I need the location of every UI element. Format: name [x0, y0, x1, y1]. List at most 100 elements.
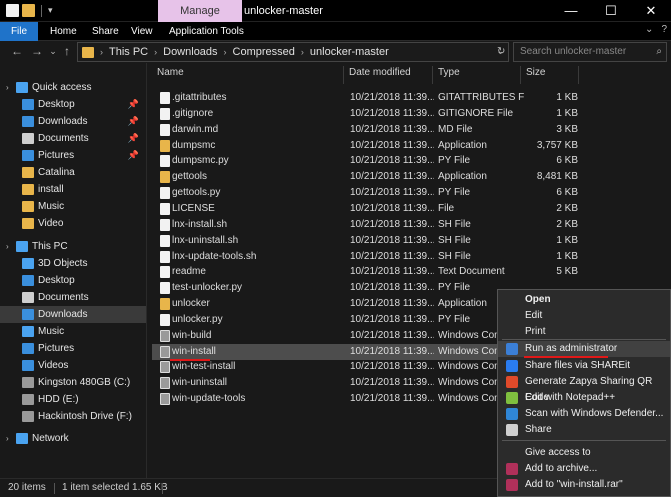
forward-button[interactable]: → — [30, 43, 44, 59]
sidebar-item-videos[interactable]: Videos — [0, 357, 146, 374]
table-row[interactable]: darwin.md 10/21/2018 11:39... MD File 3 KB — [152, 122, 671, 138]
sidebar-item-documents[interactable]: Documents — [0, 289, 146, 306]
table-row[interactable]: dumpsmc 10/21/2018 11:39... Application 3,7… — [152, 138, 671, 154]
table-row[interactable]: lnx-install.sh 10/21/2018 11:39... SH File… — [152, 217, 671, 233]
table-row[interactable]: .gitignore 10/21/2018 11:39... GITIGNORE F… — [152, 106, 671, 122]
sidebar-item-downloads[interactable]: Downloads 📌 — [0, 113, 146, 130]
sidebar-item-label: Video — [38, 218, 64, 229]
file-type: Application — [438, 139, 487, 151]
batch-file-icon — [160, 393, 170, 406]
sidebar-item-hackintosh-drive-f[interactable]: Hackintosh Drive (F:) — [0, 408, 146, 425]
sidebar-item-hdd-e[interactable]: HDD (E:) — [0, 391, 146, 408]
tab-share[interactable]: Share — [92, 22, 119, 41]
table-row[interactable]: gettools.py 10/21/2018 11:39... PY File 6 K… — [152, 185, 671, 201]
menu-item-edit[interactable]: Edit — [498, 308, 670, 324]
table-row[interactable]: gettools 10/21/2018 11:39... Application 8,… — [152, 169, 671, 185]
up-button[interactable]: ↑ — [60, 43, 74, 59]
table-row[interactable]: .gitattributes 10/21/2018 11:39... GITATTR… — [152, 90, 671, 106]
customize-toolbar-icon[interactable]: ▾ — [48, 4, 57, 17]
menu-item-share-files-via-shareit[interactable]: Share files via SHAREit — [498, 358, 670, 374]
manage-tab[interactable]: Manage — [158, 0, 242, 22]
file-size: 6 KB — [556, 187, 578, 199]
table-row[interactable]: lnx-update-tools.sh 10/21/2018 11:39... SH… — [152, 249, 671, 265]
table-row[interactable]: readme 10/21/2018 11:39... Text Document 5 … — [152, 264, 671, 280]
menu-item-edit-with-notepad[interactable]: Edit with Notepad++ — [498, 390, 670, 406]
sidebar-item-quick-access[interactable]: › Quick access — [0, 79, 146, 96]
sidebar-item-pictures[interactable]: Pictures 📌 — [0, 147, 146, 164]
sidebar-item-3d-objects[interactable]: 3D Objects — [0, 255, 146, 272]
properties-icon[interactable] — [6, 4, 19, 17]
table-row[interactable]: LICENSE 10/21/2018 11:39... File 2 KB — [152, 201, 671, 217]
menu-item-add-to-win-install-rar[interactable]: Add to "win-install.rar" — [498, 477, 670, 493]
sidebar-item-downloads[interactable]: Downloads — [0, 306, 146, 323]
title-bar: ▾ Manage unlocker-master — ☐ ✕ — [0, 0, 671, 22]
column-name[interactable]: Name — [157, 67, 184, 78]
sidebar-item-label: Pictures — [38, 343, 75, 354]
sidebar-item-music[interactable]: Music — [0, 198, 146, 215]
column-size[interactable]: Size — [526, 67, 545, 78]
sidebar-item-documents[interactable]: Documents 📌 — [0, 130, 146, 147]
file-name: darwin.md — [172, 123, 219, 135]
menu-item-scan-with-windows-defender[interactable]: Scan with Windows Defender... — [498, 406, 670, 422]
sidebar-item-network[interactable]: › Network — [0, 430, 146, 447]
file-size: 2 KB — [556, 218, 578, 230]
tab-application-tools[interactable]: Application Tools — [169, 22, 244, 41]
sidebar-item-kingston-480gb-c[interactable]: Kingston 480GB (C:) — [0, 374, 146, 391]
tab-view[interactable]: View — [131, 22, 153, 41]
breadcrumb-compressed[interactable]: Compressed — [233, 46, 295, 58]
sidebar-item-catalina[interactable]: Catalina — [0, 164, 146, 181]
expand-ribbon-icon[interactable]: ⌄ — [645, 24, 653, 35]
menu-item-print[interactable]: Print — [498, 324, 670, 340]
menu-item-label: Edit — [525, 310, 543, 321]
tab-home[interactable]: Home — [50, 22, 77, 41]
file-type: PY File — [438, 187, 471, 199]
search-input[interactable]: Search unlocker-master ⌕ — [513, 42, 667, 62]
tab-file[interactable]: File — [0, 22, 38, 41]
sidebar-item-pictures[interactable]: Pictures — [0, 340, 146, 357]
file-date: 10/21/2018 11:39... — [350, 298, 434, 310]
back-button[interactable]: ← — [10, 43, 24, 59]
help-icon[interactable]: ? — [661, 24, 667, 35]
close-button[interactable]: ✕ — [631, 0, 671, 22]
menu-item-label: Edit with Notepad++ — [525, 392, 616, 403]
refresh-icon[interactable]: ↻ — [497, 46, 505, 57]
breadcrumb-this-pc[interactable]: This PC — [109, 46, 148, 58]
sidebar-item-label: Pictures — [38, 150, 75, 161]
minimize-button[interactable]: — — [551, 0, 591, 22]
maximize-button[interactable]: ☐ — [591, 0, 631, 22]
table-row[interactable]: dumpsmc.py 10/21/2018 11:39... PY File 6 KB — [152, 153, 671, 169]
menu-item-label: Add to "win-install.rar" — [525, 479, 623, 490]
new-folder-icon[interactable] — [22, 4, 35, 17]
videos-icon — [22, 360, 34, 371]
sidebar-item-video[interactable]: Video — [0, 215, 146, 232]
sidebar-item-desktop[interactable]: Desktop — [0, 272, 146, 289]
sidebar-item-desktop[interactable]: Desktop 📌 — [0, 96, 146, 113]
network-icon — [16, 433, 28, 444]
table-row[interactable]: lnx-uninstall.sh 10/21/2018 11:39... SH Fi… — [152, 233, 671, 249]
menu-item-run-as-administrator[interactable]: Run as administrator — [498, 341, 670, 357]
recent-locations-button[interactable]: ⌄ — [46, 43, 60, 59]
expand-arrow-icon[interactable]: › — [6, 238, 9, 255]
expand-arrow-icon[interactable]: › — [6, 79, 9, 96]
expand-arrow-icon[interactable]: › — [6, 430, 9, 447]
menu-item-add-to-archive[interactable]: Add to archive... — [498, 461, 670, 477]
menu-item-share[interactable]: Share — [498, 422, 670, 438]
breadcrumb-unlocker-master[interactable]: unlocker-master — [310, 46, 389, 58]
file-type: Application — [438, 171, 487, 183]
column-date-modified[interactable]: Date modified — [349, 67, 411, 78]
sidebar-item-install[interactable]: install — [0, 181, 146, 198]
menu-item-give-access-to[interactable]: Give access to — [498, 445, 670, 461]
breadcrumb-downloads[interactable]: Downloads — [163, 46, 217, 58]
sidebar-item-this-pc[interactable]: › This PC — [0, 238, 146, 255]
menu-item-open[interactable]: Open — [498, 292, 670, 308]
file-date: 10/21/2018 11:39... — [350, 139, 434, 151]
file-type: File — [438, 202, 455, 214]
menu-item-label: Share — [525, 424, 552, 435]
column-type[interactable]: Type — [438, 67, 460, 78]
sidebar-item-music[interactable]: Music — [0, 323, 146, 340]
address-bar[interactable]: › This PC › Downloads › Compressed › unl… — [77, 42, 509, 62]
menu-item-generate-zapya-sharing-qr-code[interactable]: Generate Zapya Sharing QR Code — [498, 374, 670, 403]
file-type: Text Document — [438, 266, 505, 278]
file-date: 10/21/2018 11:39... — [350, 92, 434, 103]
batch-file-icon — [160, 377, 170, 390]
